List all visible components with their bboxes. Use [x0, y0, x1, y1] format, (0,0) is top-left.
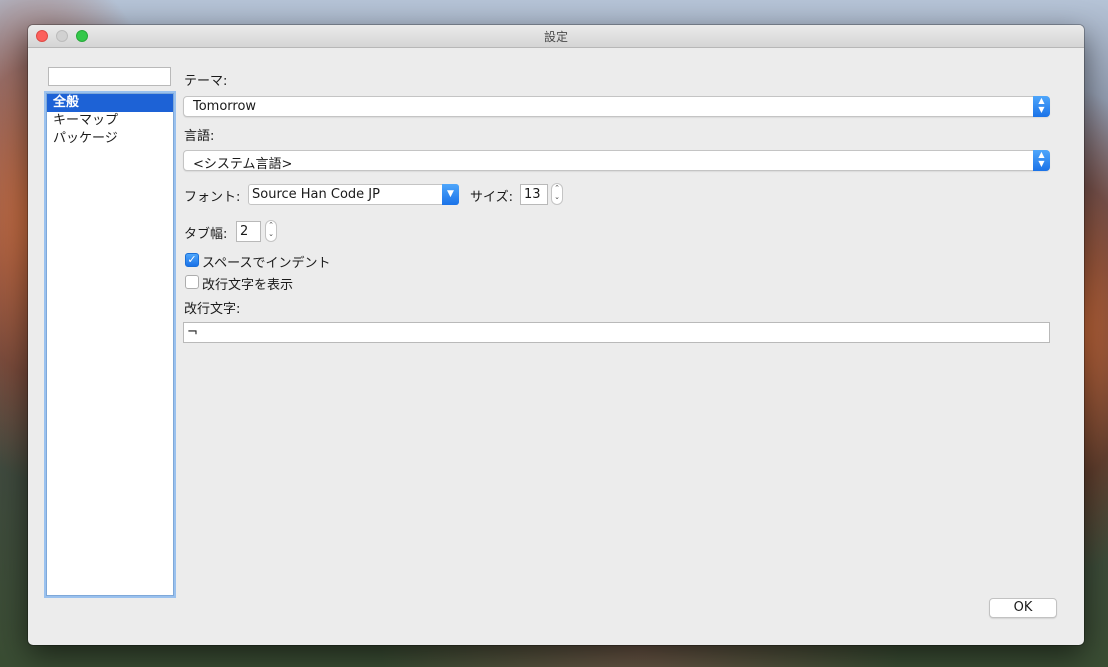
tab-width-stepper[interactable]: ⌃ ⌄ — [265, 220, 277, 242]
sidebar-item-keymap[interactable]: キーマップ — [47, 112, 173, 130]
sidebar-list[interactable]: 全般 キーマップ パッケージ — [46, 93, 174, 596]
theme-popup[interactable]: Tomorrow ▲ ▼ — [183, 96, 1050, 117]
indent-with-spaces-checkbox[interactable]: ✓ — [185, 253, 199, 267]
theme-value: Tomorrow — [193, 99, 257, 114]
sidebar-item-general[interactable]: 全般 — [47, 94, 173, 112]
preferences-window: 設定 全般 キーマップ パッケージ テーマ: Tomorrow ▲ ▼ 言語: <… — [28, 25, 1084, 645]
newline-char-field[interactable]: ¬ — [183, 322, 1050, 343]
sidebar-item-packages[interactable]: パッケージ — [47, 130, 173, 148]
newline-char-label: 改行文字: — [184, 302, 241, 317]
chevron-down-icon[interactable]: ▼ — [442, 184, 459, 205]
title-bar[interactable]: 設定 — [28, 25, 1084, 48]
size-field[interactable]: 13 — [520, 184, 548, 205]
indent-with-spaces-label[interactable]: スペースでインデント — [202, 252, 330, 271]
language-label: 言語: — [184, 129, 215, 144]
sidebar-search-input[interactable] — [48, 67, 171, 86]
window-title: 設定 — [543, 30, 568, 44]
tab-width-value: 2 — [240, 224, 249, 239]
updown-chevron-icon: ▲ ▼ — [1033, 96, 1050, 117]
tab-width-field[interactable]: 2 — [236, 221, 261, 242]
checkmark-icon: ✓ — [187, 253, 197, 266]
tab-width-label: タブ幅: — [184, 227, 228, 242]
show-newline-label[interactable]: 改行文字を表示 — [202, 274, 293, 293]
theme-label: テーマ: — [184, 74, 228, 89]
updown-chevron-icon: ▲ ▼ — [1033, 150, 1050, 171]
size-stepper[interactable]: ⌃ ⌄ — [551, 183, 563, 205]
font-label: フォント: — [184, 190, 241, 205]
ok-button[interactable]: OK — [989, 598, 1057, 618]
language-value: <システム言語> — [193, 157, 293, 172]
font-combo[interactable]: Source Han Code JP ▼ — [248, 184, 459, 205]
language-popup[interactable]: <システム言語> ▲ ▼ — [183, 150, 1050, 172]
size-value: 13 — [524, 187, 541, 202]
size-label: サイズ: — [470, 190, 513, 205]
show-newline-checkbox[interactable] — [185, 275, 199, 289]
newline-char-value: ¬ — [187, 325, 198, 340]
font-value: Source Han Code JP — [252, 187, 380, 202]
